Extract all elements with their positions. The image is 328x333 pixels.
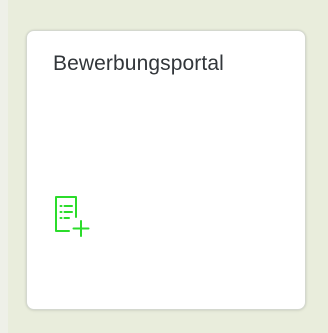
launchpad-page: Bewerbungsportal [0,0,328,333]
document-add-icon [52,195,92,239]
app-tile-bewerbungsportal[interactable]: Bewerbungsportal [26,30,306,310]
page-edge [0,0,8,333]
tile-title: Bewerbungsportal [53,52,224,75]
